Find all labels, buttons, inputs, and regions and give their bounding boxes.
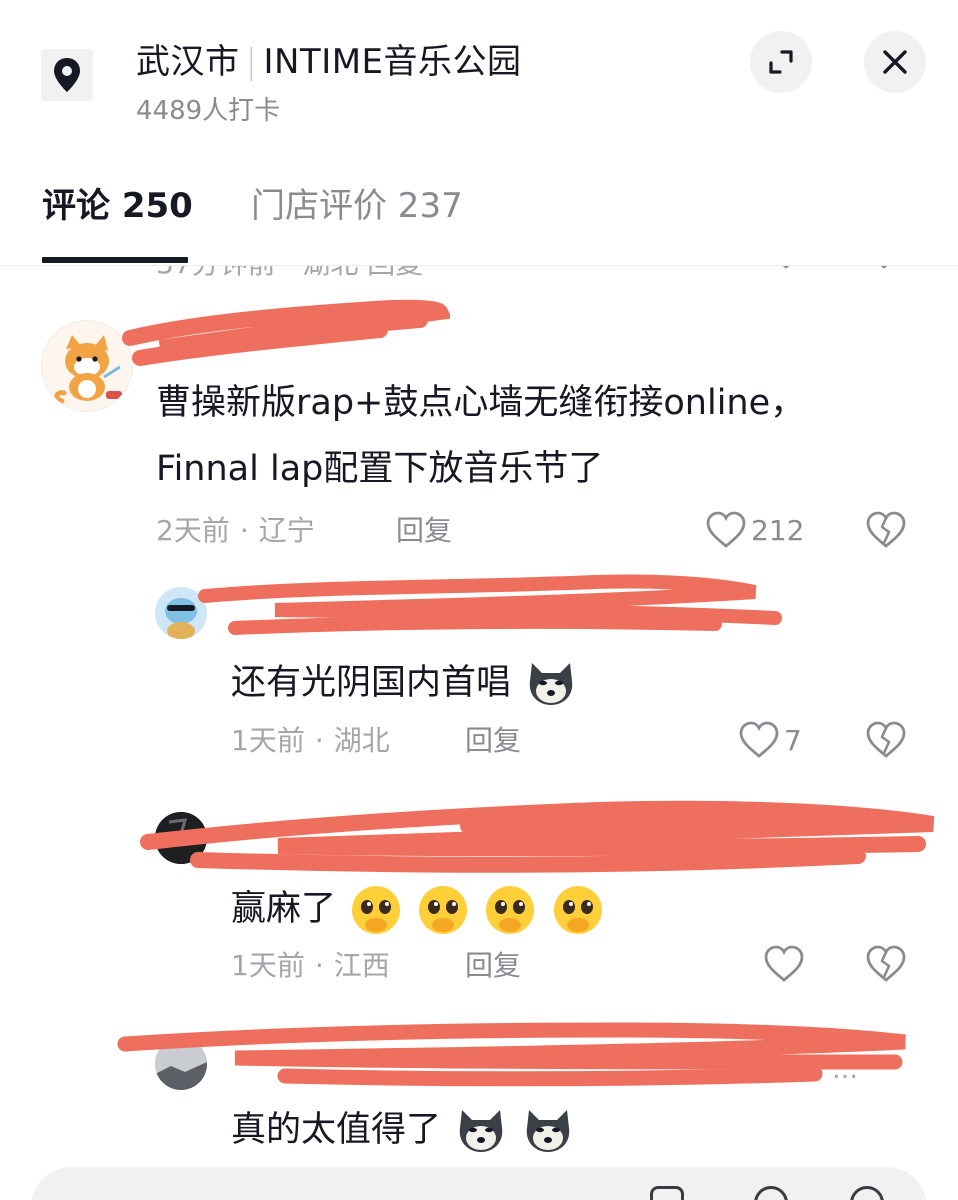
reply-button[interactable]: 回复	[396, 517, 452, 545]
tab-store-reviews[interactable]: 门店评价 237	[251, 178, 463, 227]
comment-meta: 2天前 · 辽宁	[156, 514, 315, 547]
dislike-button[interactable]	[865, 510, 907, 550]
like-count: 7	[784, 723, 802, 757]
reply-text: 赢麻了	[231, 883, 605, 937]
reply-text-content: 真的太值得了	[231, 1110, 442, 1150]
reply-button[interactable]: 回复	[465, 952, 521, 980]
reply-region: 湖北	[333, 724, 390, 757]
close-icon	[883, 50, 907, 74]
heart-icon	[739, 721, 779, 758]
reply-meta: 1天前 · 湖北	[231, 724, 390, 757]
like-button[interactable]: 212	[705, 510, 804, 550]
pleading-face-emoji	[553, 886, 602, 934]
redacted-username	[140, 800, 935, 873]
checkin-count: 4489人打卡	[136, 96, 281, 126]
reply-text: 还有光阴国内首唱	[231, 659, 578, 709]
expand-button[interactable]	[750, 31, 812, 93]
truncated-username-ellipsis: …	[832, 1055, 858, 1085]
redacted-username	[122, 299, 450, 366]
heart-icon	[782, 266, 790, 269]
comment-time: 2天前	[156, 514, 230, 547]
emoji-picker-icon[interactable]	[754, 1186, 788, 1200]
pleading-face-emoji	[486, 886, 535, 934]
input-toolbar	[650, 1186, 890, 1200]
reply-text: 真的太值得了	[231, 1106, 575, 1156]
comment-tabs: 评论 250 门店评价 237	[0, 150, 958, 266]
title-separator: |	[245, 42, 258, 82]
comment-text: 曹操新版rap+鼓点心墙无缝衔接online，	[156, 383, 806, 423]
comment-region: 辽宁	[258, 514, 315, 547]
heart-icon	[764, 945, 804, 982]
location-title[interactable]: 武汉市 | INTIME音乐公园	[136, 34, 522, 83]
reply-text-content: 还有光阴国内首唱	[231, 663, 512, 703]
heart-icon	[706, 511, 746, 548]
venue-name: INTIME音乐公园	[263, 42, 522, 82]
location-header: 武汉市 | INTIME音乐公园 4489人打卡	[0, 0, 958, 150]
location-badge	[41, 49, 93, 101]
dislike-button[interactable]	[865, 720, 907, 760]
dislike-button[interactable]	[865, 944, 907, 984]
previous-comment-meta-text: 37分钟前 · 湖北 回复	[156, 266, 423, 280]
like-count: 212	[751, 513, 805, 547]
pleading-face-emoji	[419, 886, 468, 934]
broken-heart-icon	[880, 266, 888, 269]
like-button[interactable]	[763, 944, 809, 984]
at-mention-icon[interactable]	[850, 1186, 884, 1200]
close-button[interactable]	[864, 31, 926, 93]
reply-region: 江西	[333, 949, 390, 982]
reply-time: 1天前	[231, 724, 305, 757]
reply-meta: 1天前 · 江西	[231, 949, 390, 982]
reply-time: 1天前	[231, 949, 305, 982]
previous-comment-meta: 37分钟前 · 湖北 回复	[0, 266, 958, 280]
reply-text-content: 赢麻了	[231, 889, 337, 929]
expand-icon	[769, 50, 793, 74]
like-button[interactable]: 7	[738, 720, 802, 760]
redacted-username	[198, 574, 782, 635]
reply-button[interactable]: 回复	[465, 727, 521, 755]
doge-emoji	[459, 1110, 503, 1152]
comment-text-continued: Finnal lap配置下放音乐节了	[156, 449, 604, 489]
redacted-username	[117, 1022, 906, 1087]
pleading-face-emoji	[352, 886, 401, 934]
image-icon[interactable]	[650, 1186, 684, 1200]
doge-emoji	[529, 663, 573, 705]
doge-emoji	[527, 1110, 570, 1152]
tab-comments[interactable]: 评论 250	[42, 178, 193, 227]
active-tab-indicator	[42, 257, 188, 263]
location-pin-icon	[54, 58, 80, 92]
city-name: 武汉市	[136, 42, 240, 82]
